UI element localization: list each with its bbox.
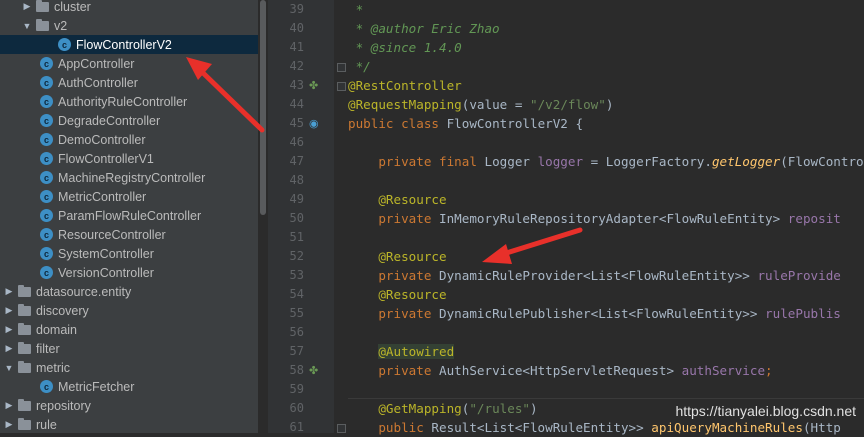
arrow-annotation-code — [482, 227, 583, 264]
annotation-arrows — [186, 57, 583, 264]
arrow-annotation-tree — [186, 57, 265, 133]
